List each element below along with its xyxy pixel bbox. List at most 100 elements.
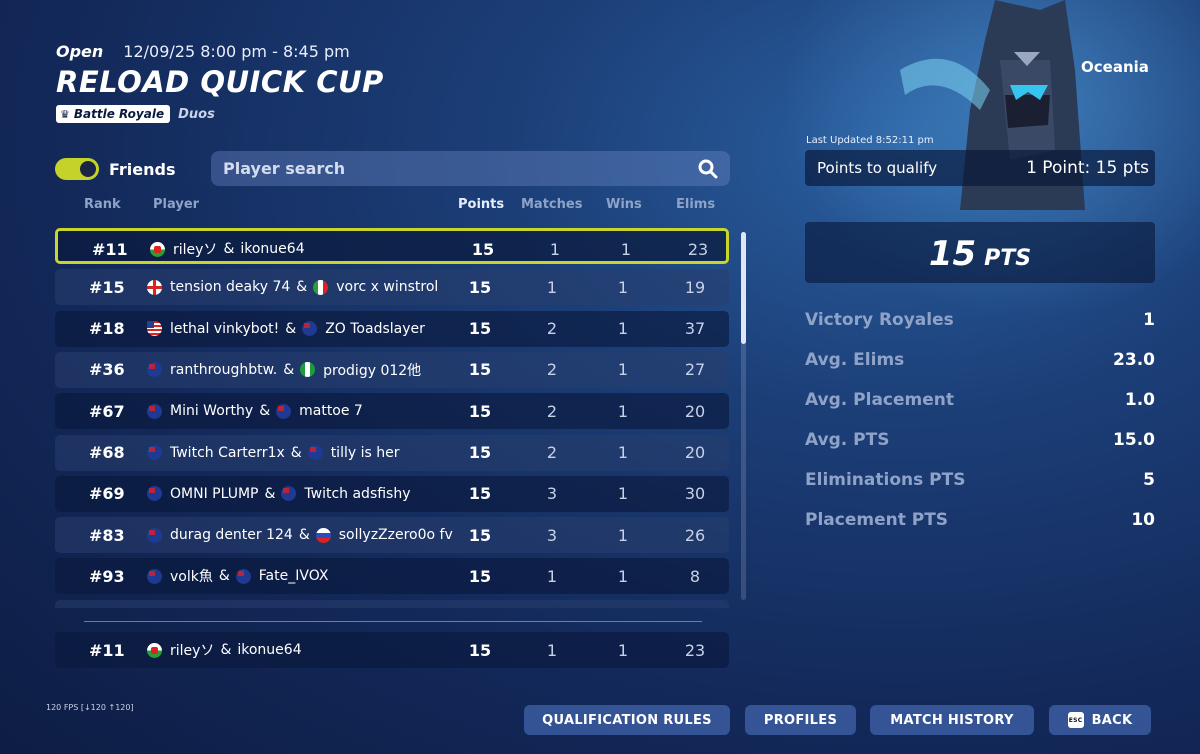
wins-cell: 1 [617,525,629,545]
event-header: Open 12/09/25 8:00 pm - 8:45 pm RELOAD Q… [56,42,384,123]
player-name[interactable]: Mini Worthy [170,403,253,419]
own-team-row[interactable]: #11 rileyソ & ikonue64 15 1 1 23 [55,632,729,668]
player-cell[interactable]: Mini Worthy & mattoe 7 [147,393,363,429]
table-row[interactable] [55,599,729,608]
rank-cell: #67 [89,401,125,421]
event-status: Open [56,42,104,61]
points-cell: 15 [468,277,492,297]
player-name[interactable]: lethal vinkybot! [170,321,279,337]
col-points[interactable]: Points [458,197,504,212]
points-cell: 15 [468,360,492,380]
mode-badge: ♛ Battle Royale [56,105,171,123]
wins-cell: 1 [620,239,632,259]
wins-cell: 1 [617,401,629,421]
separator: & [290,444,302,461]
player-name[interactable]: ikonue64 [240,241,304,257]
player-name[interactable]: sollyzZzero0o fv [339,527,453,543]
russia-flag-icon [315,527,331,543]
friends-toggle[interactable] [55,158,99,180]
player-name[interactable]: ranthroughbtw. [170,362,277,378]
elims-cell: 23 [684,640,706,660]
stat-value: 1 [1143,310,1155,330]
player-cell[interactable]: rileyソ & ikonue64 [147,632,302,668]
player-name[interactable]: Twitch Carterr1x [170,445,285,461]
player-cell[interactable]: OMNI PLUMP & Twitch adsfishy [147,476,411,512]
table-row[interactable]: #36 ranthroughbtw. & prodigy 012他 15 2 1 27 [55,351,729,388]
nigeria-flag-icon [300,362,316,378]
player-cell[interactable]: tension deaky 74 & vorc x winstrol [147,269,438,305]
player-name[interactable]: durag denter 124 [170,527,293,543]
col-wins[interactable]: Wins [606,197,642,212]
australia-flag-icon [307,445,323,460]
player-name[interactable]: ZO Toadslayer [325,321,425,337]
player-search-input[interactable]: Player search [211,151,730,186]
player-name[interactable]: ikonue64 [237,642,301,658]
separator: & [285,320,297,337]
col-elims[interactable]: Elims [676,197,715,212]
wins-cell: 1 [617,319,629,339]
player-name[interactable]: volk魚 [170,566,213,586]
leaderboard-list[interactable]: #11 rileyソ & ikonue64 15 1 1 23 #15 tension deaky… [55,228,731,608]
player-cell[interactable]: Twitch Carterr1x & tilly is her [147,435,399,471]
table-row[interactable]: #11 rileyソ & ikonue64 15 1 1 23 [55,228,729,264]
stat-value: 10 [1131,510,1155,530]
table-row[interactable]: #67 Mini Worthy & mattoe 7 15 2 1 20 [55,393,729,430]
friends-label: Friends [109,159,176,179]
player-name[interactable]: prodigy 012他 [323,360,421,380]
separator: & [298,527,310,544]
divider [84,621,702,622]
table-row[interactable]: #93 volk魚 & Fate_IVOX 15 1 1 8 [55,558,729,595]
matches-cell: 2 [546,360,558,380]
col-rank[interactable]: Rank [84,197,121,212]
back-button[interactable]: ESC BACK [1049,705,1151,735]
matches-cell: 1 [549,239,561,259]
wins-cell: 1 [617,640,629,660]
stat-row: Avg. Elims 23.0 [805,350,1155,370]
table-row[interactable]: #69 OMNI PLUMP & Twitch adsfishy 15 3 1 30 [55,475,729,512]
col-player[interactable]: Player [153,197,199,212]
player-name[interactable]: Fate_IVOX [259,568,329,584]
points-cell: 15 [468,525,492,545]
friends-filter[interactable]: Friends [55,158,176,180]
player-name[interactable]: tilly is her [331,445,400,461]
player-cell[interactable]: lethal vinkybot! & ZO Toadslayer [147,311,425,347]
player-cell[interactable]: rileyソ & ikonue64 [150,231,305,267]
usa-flag-icon [147,321,162,337]
table-row[interactable]: #18 lethal vinkybot! & ZO Toadslayer 15 2 1 37 [55,310,729,347]
stat-label: Avg. PTS [805,430,890,450]
rank-cell: #11 [92,239,128,259]
wins-cell: 1 [617,566,629,586]
col-matches[interactable]: Matches [521,197,582,212]
toggle-knob [80,161,96,177]
stat-label: Avg. Elims [805,350,905,370]
player-name[interactable]: tension deaky 74 [170,279,290,295]
player-name[interactable]: Twitch adsfishy [304,486,410,502]
rank-cell: #18 [89,319,125,339]
stat-value: 23.0 [1113,350,1155,370]
match-history-button[interactable]: MATCH HISTORY [870,705,1034,735]
scroll-thumb[interactable] [741,232,746,344]
qualify-box: Points to qualify 1 Point: 15 pts [805,150,1155,186]
player-name[interactable]: mattoe 7 [299,403,363,419]
elims-cell: 30 [684,484,706,504]
player-name[interactable]: rileyソ [170,640,214,660]
table-row[interactable]: #15 tension deaky 74 & vorc x winstrol 15 1 1 1… [55,269,729,306]
table-row[interactable]: #68 Twitch Carterr1x & tilly is her 15 2 1 20 [55,434,729,471]
leaderboard-scrollbar[interactable] [741,232,746,600]
player-cell[interactable]: ranthroughbtw. & prodigy 012他 [147,352,421,388]
player-name[interactable]: vorc x winstrol [336,279,438,295]
separator: & [259,403,271,420]
qualification-rules-button[interactable]: QUALIFICATION RULES [524,705,730,735]
stat-row: Victory Royales 1 [805,310,1155,330]
australia-flag-icon [147,568,162,584]
profiles-button[interactable]: PROFILES [745,705,856,735]
player-cell[interactable]: volk魚 & Fate_IVOX [147,558,328,594]
table-row[interactable]: #83 durag denter 124 & sollyzZzero0o fv 15 3 1… [55,517,729,554]
player-name[interactable]: OMNI PLUMP [170,486,258,502]
matches-cell: 2 [546,319,558,339]
points-cell: 15 [468,443,492,462]
player-cell[interactable]: durag denter 124 & sollyzZzero0o fv [147,517,453,553]
search-icon[interactable] [698,159,718,179]
player-name[interactable]: rileyソ [173,239,217,259]
australia-flag-icon [276,403,292,419]
